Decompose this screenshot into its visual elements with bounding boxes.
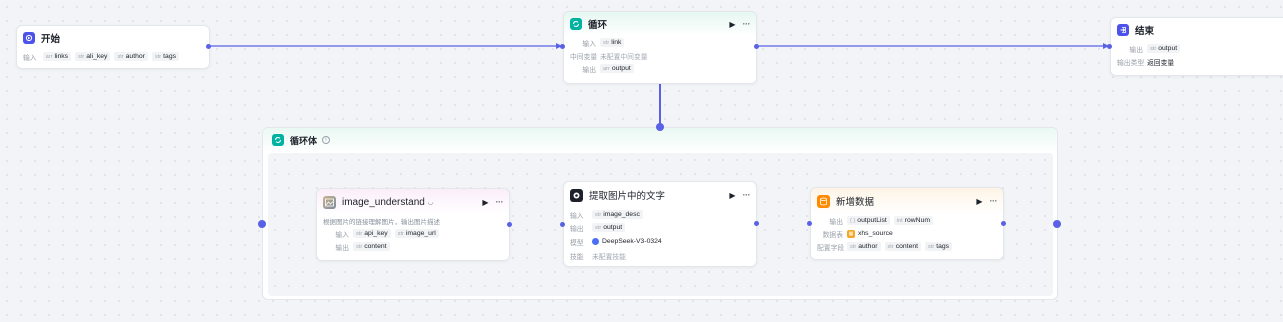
extract-text-title: 提取图片中的文字 (589, 191, 666, 202)
table-icon: ▦ (847, 229, 855, 238)
table-name: xhs_source (858, 230, 893, 237)
database-icon (817, 194, 830, 208)
loop-output-chip: arr output (600, 64, 634, 73)
start-input-label: 输入 (23, 54, 37, 62)
start-node[interactable]: 开始 输入 arr links str ali_key str author str t… (16, 25, 210, 69)
add-data-output-row: 输出 { } outputList int rowNum (811, 214, 1003, 227)
extract-input-row: 输入 str image_desc (564, 208, 756, 221)
output-chip: str output (592, 223, 626, 232)
loop-output-row: 输出 arr output (564, 62, 756, 75)
field-chip: str content (884, 242, 922, 251)
end-title: 结束 (1135, 26, 1155, 37)
extract-model-row: 模型 DeepSeek-V3-0324 (570, 238, 662, 247)
add-data-table-row: 数据表 ▦ xhs_source (822, 229, 893, 239)
field-chip: str author (847, 242, 881, 251)
start-input-chip: str ali_key (75, 52, 111, 61)
loop-input-chip: str link (600, 38, 625, 47)
add-data-output-handle[interactable] (1001, 221, 1006, 226)
image-icon (323, 195, 336, 209)
image-understand-output-handle[interactable] (507, 222, 512, 227)
end-input-handle[interactable] (1107, 44, 1112, 49)
loop-input-row: 输入 str link (564, 36, 756, 49)
more-button[interactable]: ··· (990, 196, 998, 206)
run-button[interactable]: ▶ (729, 191, 735, 200)
info-icon[interactable]: i (322, 136, 331, 144)
start-input-chip: str tags (151, 52, 180, 61)
add-data-node[interactable]: 新增数据 ▶ ··· 输出 { } outputList int rowNum 数据… (810, 187, 1004, 260)
run-button[interactable]: ▶ (976, 197, 982, 206)
start-output-handle[interactable] (206, 44, 211, 49)
loop-node[interactable]: 循环 ▶ ··· 输入 str link 中间变量 未配置中间变量 输出 arr o… (563, 11, 757, 84)
loop-mid-value: 未配置中间变量 (600, 53, 648, 61)
model-name: DeepSeek-V3-0324 (602, 238, 662, 245)
more-button[interactable]: ··· (743, 190, 751, 200)
plugin-badge-icon: ◡ (427, 199, 434, 206)
loop-icon (570, 18, 582, 30)
extract-output-handle[interactable] (754, 221, 759, 226)
add-data-fields-row: 配置字段 str author str content str tags (811, 240, 1003, 253)
end-type-value: 返回变量 (1147, 59, 1175, 67)
loop-body-top-handle[interactable] (656, 123, 664, 131)
image-understand-header: image_understand ◡ ▶ ··· (317, 189, 509, 215)
loop-mid-row: 中间变量 未配置中间变量 (564, 49, 756, 62)
loop-body-left-handle[interactable] (258, 220, 266, 228)
end-output-row: 输出 str output (1111, 42, 1283, 55)
start-inputs-row: 输入 arr links str ali_key str author str tags (17, 50, 209, 63)
output-chip: str content (353, 242, 390, 251)
output-chip: { } outputList (847, 216, 890, 225)
loop-body-icon (272, 134, 284, 146)
run-button[interactable]: ▶ (482, 198, 488, 207)
add-data-input-handle[interactable] (807, 221, 812, 226)
field-chip: str tags (925, 242, 953, 251)
extract-skill-row: 技能 未配置技能 (564, 249, 756, 262)
end-node-header: 结束 (1111, 18, 1283, 42)
start-input-chip: arr links (42, 52, 72, 61)
extract-text-node[interactable]: 提取图片中的文字 ▶ ··· 输入 str image_desc 输出 str ou… (563, 181, 757, 267)
image-understand-input-row: 输入 str api_key str image_url (317, 227, 509, 240)
llm-icon (570, 188, 583, 202)
loop-node-header: 循环 ▶ ··· (564, 12, 756, 36)
image-understand-title: image_understand (342, 196, 425, 208)
end-node[interactable]: 结束 输出 str output 输出类型 返回变量 (1110, 17, 1283, 76)
end-icon (1117, 24, 1129, 36)
image-understand-output-row: 输出 str content (317, 240, 509, 253)
more-button[interactable]: ··· (743, 19, 751, 29)
start-icon (23, 32, 35, 44)
image-understand-description: 根据图片的链接理解图片，输出图片描述 (323, 219, 440, 226)
deepseek-icon (592, 238, 599, 245)
run-button[interactable]: ▶ (729, 20, 735, 29)
more-button[interactable]: ··· (496, 197, 504, 207)
extract-output-row: 输出 str output (564, 221, 756, 234)
extract-text-header: 提取图片中的文字 ▶ ··· (564, 182, 756, 208)
skill-value: 未配置技能 (592, 253, 626, 261)
input-chip: str image_desc (592, 210, 643, 219)
loop-input-handle[interactable] (560, 44, 565, 49)
add-data-title: 新增数据 (836, 197, 875, 208)
loop-output-handle[interactable] (754, 44, 759, 49)
input-chip: str image_url (394, 229, 439, 238)
start-input-chip: str author (114, 52, 148, 61)
start-node-header: 开始 (17, 26, 209, 50)
extract-input-handle[interactable] (560, 222, 565, 227)
loop-body-title: 循环体 (290, 135, 318, 146)
loop-body-right-handle[interactable] (1053, 220, 1061, 228)
end-type-row: 输出类型 返回变量 (1111, 55, 1283, 68)
loop-title: 循环 (588, 20, 608, 31)
image-understand-node[interactable]: image_understand ◡ ▶ ··· 根据图片的链接理解图片，输出图… (316, 188, 510, 261)
output-chip: int rowNum (893, 216, 934, 225)
add-data-header: 新增数据 ▶ ··· (811, 188, 1003, 214)
start-title: 开始 (41, 34, 61, 45)
loop-body-header: 循环体 i (263, 128, 1057, 152)
end-output-chip: str output (1147, 44, 1181, 53)
input-chip: str api_key (353, 229, 391, 238)
